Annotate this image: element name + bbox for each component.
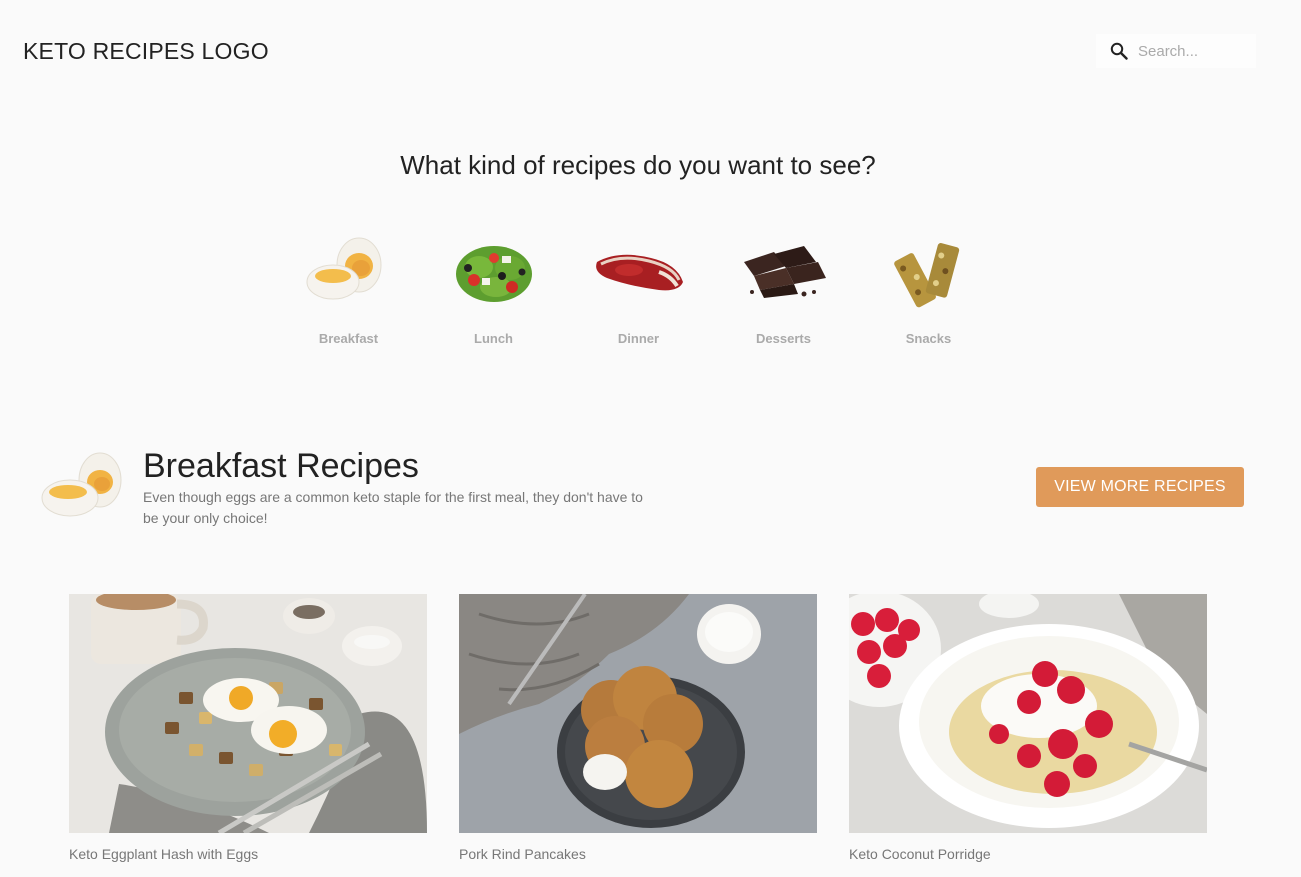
category-label: Breakfast [318, 331, 379, 346]
page-question: What kind of recipes do you want to see? [400, 150, 876, 180]
site-logo[interactable]: KETO RECIPES LOGO [23, 38, 269, 65]
eggplant-hash-photo [69, 590, 427, 836]
section-title: Breakfast Recipes [143, 447, 419, 485]
category-label: Desserts [756, 331, 811, 346]
search-icon [1110, 42, 1128, 60]
category-list: Breakfast Lunch Dinner Desserts Snacks [276, 232, 1001, 346]
chocolate-image [743, 246, 826, 298]
recipe-list: Keto Eggplant Hash with Eggs Pork Rind P… [69, 590, 1239, 862]
boiled-egg-image [41, 452, 122, 517]
category-dinner[interactable]: Dinner [566, 232, 711, 346]
recipe-card[interactable]: Pork Rind Pancakes [459, 592, 817, 862]
granola-bar-image [893, 243, 959, 308]
category-label: Snacks [905, 331, 952, 346]
recipe-title[interactable]: Pork Rind Pancakes [459, 846, 817, 862]
boiled-egg-image [306, 237, 381, 300]
recipe-title[interactable]: Keto Coconut Porridge [849, 846, 1207, 862]
search-box[interactable] [1096, 34, 1256, 68]
steak-image [595, 254, 683, 291]
search-input[interactable] [1138, 42, 1238, 60]
pancakes-photo [459, 592, 817, 833]
category-label: Lunch [474, 331, 513, 346]
category-label: Dinner [617, 331, 660, 346]
section-description: Even though eggs are a common keto stapl… [143, 489, 643, 526]
porridge-photo [817, 590, 1208, 833]
salad-image [455, 246, 532, 302]
category-breakfast[interactable]: Breakfast [276, 232, 421, 346]
category-lunch[interactable]: Lunch [421, 232, 566, 346]
recipe-card[interactable]: Keto Coconut Porridge [817, 590, 1208, 862]
recipe-title[interactable]: Keto Eggplant Hash with Eggs [69, 846, 427, 862]
recipe-card[interactable]: Keto Eggplant Hash with Eggs [69, 590, 427, 862]
category-snacks[interactable]: Snacks [856, 232, 1001, 346]
view-more-recipes-button[interactable]: VIEW MORE RECIPES [1036, 467, 1244, 507]
category-desserts[interactable]: Desserts [711, 232, 856, 346]
